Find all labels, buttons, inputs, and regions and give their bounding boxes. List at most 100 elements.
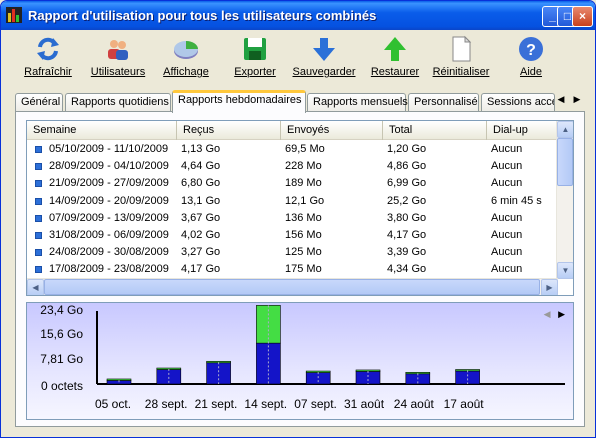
table-cell: 4,02 Go: [181, 229, 221, 241]
x-tick-label: 24 août: [393, 397, 434, 411]
view-button[interactable]: Affichage: [158, 35, 214, 78]
tab-weekly-reports[interactable]: Rapports hebdomadaires: [172, 90, 306, 113]
table-cell: 4,86 Go: [387, 160, 427, 173]
chart-navigation: ◀ ▶: [544, 309, 565, 320]
horizontal-scrollbar[interactable]: ◀ ▶: [27, 278, 558, 295]
export-label: Exporter: [234, 66, 276, 78]
app-bar-chart-icon: [6, 7, 22, 23]
chart-bar-segment[interactable]: [455, 370, 480, 385]
table-cell: 21/09/2009 - 27/09/2009: [49, 177, 169, 190]
restore-button[interactable]: Restaurer: [367, 35, 423, 78]
restore-label: Restaurer: [370, 66, 420, 78]
chart-bar-segment[interactable]: [305, 372, 331, 385]
table-cell: 1,20 Go: [387, 143, 427, 155]
table-cell: Aucun: [491, 211, 523, 224]
tab-scroll-left-button[interactable]: ◀: [553, 91, 569, 107]
column-header-sent[interactable]: Envoyés: [281, 121, 383, 140]
scroll-right-button[interactable]: ▶: [541, 279, 558, 295]
view-icon: [174, 41, 198, 59]
y-tick-label: 15,6 Go: [40, 327, 83, 342]
x-tick-label: 21 sept.: [194, 397, 238, 411]
row-status-icon: [35, 266, 42, 274]
table-cell: 17/08/2009 - 23/08/2009: [49, 263, 169, 276]
x-tick-label: 05 oct.: [95, 397, 132, 411]
blank-page-icon: [452, 35, 472, 62]
reset-button[interactable]: Réinitialiser: [430, 35, 492, 78]
close-button[interactable]: ×: [572, 6, 593, 27]
table-cell: 3,80 Go: [387, 211, 427, 224]
refresh-label: Rafraîchir: [24, 66, 72, 78]
row-status-icon: [35, 214, 42, 222]
table-cell: 05/10/2009 - 11/10/2009: [49, 143, 169, 155]
row-status-icon: [35, 146, 42, 153]
column-header-week[interactable]: Semaine: [27, 121, 177, 140]
column-header-received[interactable]: Reçus: [177, 121, 281, 140]
x-tick-label: 28 sept.: [144, 397, 188, 411]
table-cell: 14/09/2009 - 20/09/2009: [49, 194, 169, 207]
table-cell: 189 Mo: [285, 177, 322, 190]
table-row[interactable]: 28/09/2009 - 04/10/2009 4,64 Go 228 Mo 4,86…: [27, 158, 557, 176]
tab-daily-reports[interactable]: Rapports quotidiens: [65, 93, 171, 112]
column-header-total[interactable]: Total: [383, 121, 487, 140]
chart-bar-segment[interactable]: [206, 362, 231, 385]
table-row[interactable]: 21/09/2009 - 27/09/2009 6,80 Go 189 Mo 6,99…: [27, 175, 557, 193]
table-cell: Aucun: [491, 246, 523, 259]
window-title: Rapport d'utilisation pour tous les util…: [28, 8, 377, 23]
scroll-left-button[interactable]: ◀: [27, 279, 44, 295]
column-header-dialup[interactable]: Dial-up: [487, 121, 557, 140]
table-cell: 6,80 Go: [181, 177, 221, 190]
table-cell: 6,99 Go: [387, 177, 427, 190]
table-row[interactable]: 07/09/2009 - 13/09/2009 3,67 Go 136 Mo 3,80…: [27, 210, 557, 228]
down-arrow-icon: [313, 38, 335, 61]
tab-scroll-right-button[interactable]: ▶: [569, 91, 585, 107]
users-button[interactable]: Utilisateurs: [88, 35, 148, 78]
table-cell: Aucun: [491, 160, 523, 173]
table-cell: 228 Mo: [285, 160, 322, 173]
save-button[interactable]: Sauvegarder: [291, 35, 357, 78]
reset-label: Réinitialiser: [432, 66, 490, 78]
row-status-icon: [35, 163, 42, 171]
tab-monthly-reports[interactable]: Rapports mensuels: [307, 93, 408, 112]
chart-bar-segment[interactable]: [355, 371, 381, 385]
tab-general[interactable]: Général: [15, 93, 63, 112]
help-label: Aide: [519, 66, 543, 78]
x-tick-label: 07 sept.: [294, 397, 337, 411]
table-cell: 136 Mo: [285, 211, 322, 224]
tab-custom[interactable]: Personnalisé: [408, 93, 479, 112]
table-cell: 175 Mo: [285, 263, 322, 276]
weekly-usage-chart: ◀ ▶ 23,4 Go 15,6 Go 7,81 Go 0 octets 05 oct…: [26, 302, 574, 420]
vertical-scrollbar[interactable]: ▲ ▼: [556, 121, 573, 279]
table-cell: Aucun: [491, 177, 523, 190]
table-cell: 4,17 Go: [181, 263, 221, 276]
table-cell: 25,2 Go: [387, 194, 427, 207]
help-button[interactable]: ? Aide: [511, 35, 551, 78]
table-cell: Aucun: [491, 229, 523, 241]
export-button[interactable]: Exporter: [229, 35, 281, 78]
refresh-button[interactable]: Rafraîchir: [23, 35, 73, 78]
table-row[interactable]: 17/08/2009 - 23/08/2009 4,17 Go 175 Mo 4,34…: [27, 261, 557, 279]
table-row[interactable]: 31/08/2009 - 06/09/2009 4,02 Go 156 Mo 4,17…: [27, 227, 557, 245]
help-icon: ?: [519, 37, 543, 61]
users-label: Utilisateurs: [90, 66, 146, 78]
scroll-down-button[interactable]: ▼: [557, 262, 573, 279]
y-tick-label: 0 octets: [40, 379, 83, 393]
weekly-report-table[interactable]: Semaine Reçus Envoyés Total Dial-up 05/1…: [26, 120, 574, 296]
table-row[interactable]: 14/09/2009 - 20/09/2009 13,1 Go 12,1 Go 25,…: [27, 193, 557, 211]
table-cell: 4,17 Go: [387, 229, 427, 241]
vertical-scroll-thumb[interactable]: [557, 138, 573, 186]
tab-sessions[interactable]: Sessions acce: [481, 93, 555, 112]
save-label: Sauvegarder: [292, 66, 356, 78]
table-cell: 13,1 Go: [181, 194, 221, 207]
title-bar[interactable]: Rapport d'utilisation pour tous les util…: [1, 1, 595, 30]
chart-bar-segment[interactable]: [106, 378, 132, 381]
table-row[interactable]: 05/10/2009 - 11/10/2009 1,13 Go 69,5 Mo 1,2…: [27, 141, 557, 159]
x-tick-label: 14 sept.: [244, 397, 288, 411]
horizontal-scroll-thumb[interactable]: [44, 279, 540, 295]
tab-scroll-arrows: ◀ ▶: [553, 91, 585, 107]
chart-next-button[interactable]: ▶: [558, 309, 565, 319]
table-row[interactable]: 24/08/2009 - 30/08/2009 3,27 Go 125 Mo 3,39…: [27, 244, 557, 262]
table-cell: 3,67 Go: [181, 211, 221, 224]
save-disk-icon: [244, 38, 266, 60]
scroll-up-button[interactable]: ▲: [557, 121, 573, 138]
chart-prev-button[interactable]: ◀: [544, 309, 551, 319]
